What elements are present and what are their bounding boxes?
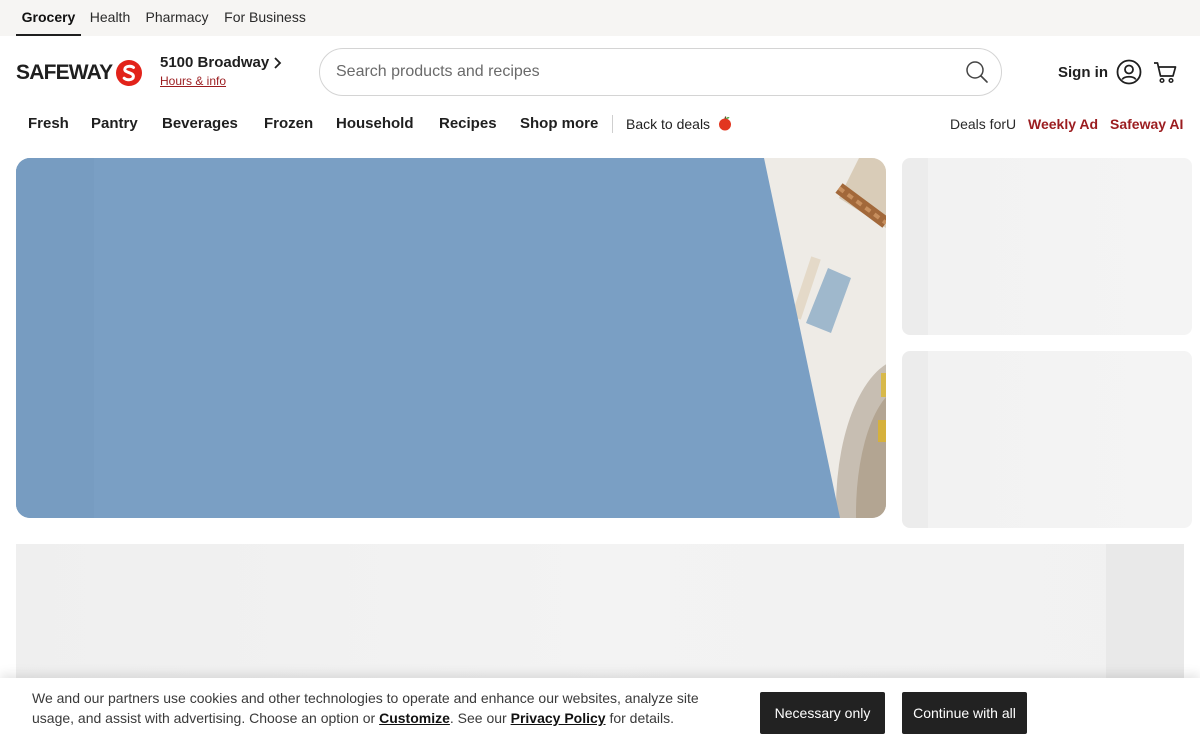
- necessary-only-button[interactable]: Necessary only: [760, 692, 885, 734]
- nav-shop-more[interactable]: Shop more: [520, 108, 598, 140]
- store-name-label: 5100 Broadway: [160, 54, 270, 71]
- nav-frozen[interactable]: Frozen: [264, 108, 313, 140]
- hero-banner[interactable]: [16, 158, 886, 518]
- search-icon[interactable]: [965, 60, 989, 84]
- customize-link[interactable]: Customize: [379, 710, 450, 726]
- cookie-message: We and our partners use cookies and othe…: [32, 688, 732, 728]
- safeway-s-logo-icon: [116, 60, 143, 86]
- sign-in-button[interactable]: Sign in: [1058, 59, 1142, 85]
- nav-recipes[interactable]: Recipes: [439, 108, 497, 140]
- back-to-deals-label: Back to deals: [626, 116, 711, 132]
- search-bar[interactable]: [319, 48, 1002, 96]
- tab-pharmacy[interactable]: Pharmacy: [142, 0, 212, 36]
- logo-text: SAFEWAY: [16, 61, 113, 84]
- nav-deals-foru[interactable]: Deals forU: [950, 108, 1016, 140]
- cookie-banner: We and our partners use cookies and othe…: [0, 678, 1200, 750]
- promo-card-top[interactable]: [902, 158, 1192, 335]
- nav-pantry[interactable]: Pantry: [91, 108, 138, 140]
- back-to-deals-link[interactable]: Back to deals: [626, 108, 733, 140]
- nav-divider: [612, 115, 613, 133]
- chevron-right-icon: [274, 56, 282, 69]
- user-icon: [1116, 59, 1142, 85]
- tab-health[interactable]: Health: [85, 0, 135, 36]
- nav-safeway-ai[interactable]: Safeway AI: [1110, 108, 1183, 140]
- cart-icon[interactable]: [1152, 59, 1178, 85]
- nav-household[interactable]: Household: [336, 108, 414, 140]
- hero-image: [16, 158, 886, 518]
- main-nav: Fresh Pantry Beverages Frozen Household …: [0, 108, 1200, 140]
- cookie-text-after: for details.: [605, 710, 675, 726]
- store-selector[interactable]: 5100 Broadway Hours & info: [160, 54, 282, 88]
- apple-icon: [718, 116, 731, 131]
- continue-with-all-button[interactable]: Continue with all: [902, 692, 1027, 734]
- nav-beverages[interactable]: Beverages: [162, 108, 238, 140]
- privacy-policy-link[interactable]: Privacy Policy: [511, 710, 606, 726]
- hours-info-link[interactable]: Hours & info: [160, 74, 282, 88]
- promo-card-bottom[interactable]: [902, 351, 1192, 528]
- nav-weekly-ad[interactable]: Weekly Ad: [1028, 108, 1098, 140]
- nav-fresh[interactable]: Fresh: [28, 108, 69, 140]
- tab-grocery[interactable]: Grocery: [16, 0, 81, 36]
- cookie-text-middle: . See our: [449, 710, 511, 726]
- search-input[interactable]: [336, 49, 936, 95]
- sign-in-label: Sign in: [1058, 63, 1108, 81]
- safeway-logo[interactable]: SAFEWAY: [16, 58, 143, 88]
- tab-for-business[interactable]: For Business: [220, 0, 310, 36]
- store-name[interactable]: 5100 Broadway: [160, 54, 282, 71]
- top-utility-bar: Grocery Health Pharmacy For Business: [0, 0, 1200, 36]
